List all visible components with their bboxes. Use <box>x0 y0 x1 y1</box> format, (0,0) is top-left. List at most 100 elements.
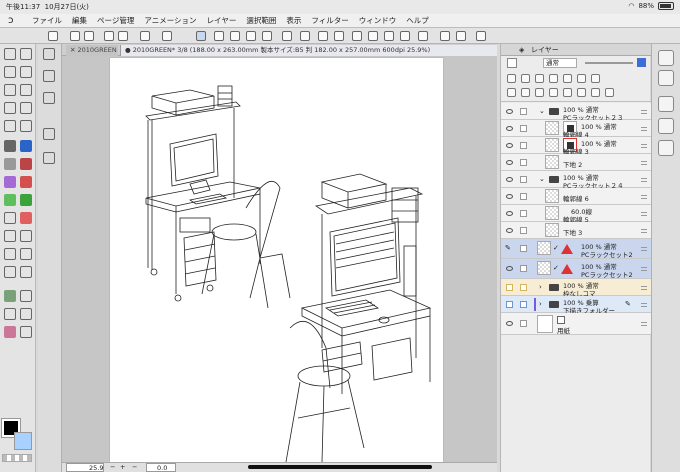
deselect-icon[interactable] <box>214 31 224 41</box>
decoration-tool-icon[interactable] <box>20 230 32 242</box>
layer-property-icon[interactable] <box>418 31 428 41</box>
tab-active[interactable]: ● 2010GREEN* 3/8 (188.00 x 263.00mm 製本サイ… <box>120 45 497 56</box>
snap-ruler-icon[interactable] <box>368 31 378 41</box>
select-all-icon[interactable] <box>196 31 206 41</box>
new-folder-icon[interactable] <box>535 88 544 97</box>
transfer-layer-icon[interactable] <box>549 88 558 97</box>
liquify-tool-icon[interactable] <box>4 248 16 260</box>
airbrush-tool-icon[interactable] <box>4 230 16 242</box>
transform-tool-icon[interactable] <box>4 290 16 302</box>
eye-icon[interactable] <box>506 160 513 165</box>
layer-lock-checkbox[interactable] <box>520 301 527 308</box>
apply-mask-icon[interactable] <box>591 88 600 97</box>
eye-icon[interactable] <box>506 321 513 326</box>
layer-lock-checkbox[interactable] <box>520 265 527 272</box>
layer-property-toggle-icon[interactable] <box>507 58 517 68</box>
expand-selection-icon[interactable] <box>246 31 256 41</box>
layer-lock-checkbox[interactable] <box>520 193 527 200</box>
drag-handle-icon[interactable] <box>641 127 647 131</box>
pencil-tool-icon[interactable] <box>4 102 16 114</box>
layer-visibility-box[interactable] <box>506 301 513 308</box>
grid-icon[interactable] <box>318 31 328 41</box>
blend-mode-select[interactable]: 通常 <box>543 58 577 68</box>
opacity-slider[interactable] <box>585 62 633 64</box>
snap-icon[interactable] <box>352 31 362 41</box>
menu-window[interactable]: ウィンドウ <box>359 15 397 26</box>
sub-tool-c-icon[interactable] <box>20 326 32 338</box>
frame-tool-icon[interactable] <box>20 158 32 170</box>
layer-row[interactable]: › 100 % 乗算 下描きフォルダー ✎ <box>501 296 651 315</box>
figure-tool-icon[interactable] <box>4 158 16 170</box>
shrink-selection-icon[interactable] <box>262 31 272 41</box>
rotate-left-icon[interactable] <box>440 31 450 41</box>
correction-tool-icon[interactable] <box>20 194 32 206</box>
layer-lock-checkbox[interactable] <box>520 176 527 183</box>
clip-layer-icon[interactable] <box>507 74 516 83</box>
layer-row[interactable]: ✓ 100 % 通常 PCラックセット2 <box>501 259 651 279</box>
layer-row[interactable]: 100 % 通常 輪郭線 4 <box>501 120 651 139</box>
flower-tool-icon[interactable] <box>4 326 16 338</box>
eye-icon[interactable] <box>506 126 513 131</box>
snap-special-icon[interactable] <box>400 31 410 41</box>
layer-visibility-box[interactable] <box>506 284 513 291</box>
drag-tool-icon[interactable] <box>20 290 32 302</box>
drag-handle-icon[interactable] <box>641 267 647 271</box>
clear-icon[interactable] <box>140 31 150 41</box>
drag-handle-icon[interactable] <box>641 195 647 199</box>
crop-icon[interactable] <box>300 31 310 41</box>
drag-handle-icon[interactable] <box>641 286 647 290</box>
eye-icon[interactable] <box>506 211 513 216</box>
layer-lock-checkbox[interactable] <box>520 108 527 115</box>
navigator-icon[interactable] <box>658 50 674 66</box>
drag-handle-icon[interactable] <box>641 303 647 307</box>
flip-icon[interactable] <box>476 31 486 41</box>
menu-help[interactable]: ヘルプ <box>406 15 429 26</box>
sub-tool-b-icon[interactable] <box>20 308 32 320</box>
eye-icon[interactable] <box>506 194 513 199</box>
zoom-out-button[interactable]: − <box>110 463 115 471</box>
delete-layer-icon[interactable] <box>605 88 614 97</box>
layer-row[interactable]: 100 % 通常 輪郭線 3 <box>501 137 651 156</box>
layer-color-icon[interactable] <box>637 58 646 67</box>
eye-icon[interactable] <box>506 177 513 182</box>
menu-filter[interactable]: フィルター <box>311 15 348 26</box>
expand-chevron-icon[interactable]: › <box>539 300 542 308</box>
collapse-chevron-icon[interactable]: ⌄ <box>539 175 545 183</box>
layer-row[interactable]: 下地 3 <box>501 222 651 239</box>
eye-icon[interactable] <box>506 143 513 148</box>
menu-layer[interactable]: レイヤー <box>207 15 237 26</box>
text-a-tool-icon[interactable] <box>20 248 32 260</box>
menu-selection[interactable]: 選択範囲 <box>246 15 276 26</box>
layer-lock-checkbox[interactable] <box>520 227 527 234</box>
sub-tool-icon-5[interactable] <box>43 152 55 164</box>
text-tool-icon[interactable] <box>20 176 32 188</box>
combine-layer-icon[interactable] <box>563 88 572 97</box>
menu-edit[interactable]: 編集 <box>72 15 87 26</box>
operation-tool-icon[interactable] <box>4 212 16 224</box>
drag-handle-icon[interactable] <box>641 229 647 233</box>
brush-tool-icon[interactable] <box>20 102 32 114</box>
balloon-tool-icon[interactable] <box>4 194 16 206</box>
sub-tool-icon-3[interactable] <box>43 92 55 104</box>
rotate-out-button[interactable]: − <box>132 463 137 471</box>
layer-lock-checkbox[interactable] <box>520 284 527 291</box>
new-raster-layer-icon[interactable] <box>507 88 516 97</box>
redo-icon[interactable] <box>118 31 128 41</box>
move-tool-icon[interactable] <box>20 48 32 60</box>
menu-page[interactable]: ページ管理 <box>97 15 134 26</box>
menu-view[interactable]: 表示 <box>286 15 301 26</box>
line-tool-icon[interactable] <box>20 266 32 278</box>
3d-material-icon[interactable] <box>658 118 674 134</box>
home-indicator[interactable] <box>248 465 432 469</box>
gradient-tool-icon[interactable] <box>20 140 32 152</box>
mask-enable-icon[interactable] <box>577 74 586 83</box>
ruler-show-icon[interactable] <box>591 74 600 83</box>
background-color-swatch[interactable] <box>14 432 32 450</box>
layer-row[interactable]: 下地 2 <box>501 154 651 171</box>
material-icon[interactable] <box>658 96 674 112</box>
layer-row[interactable]: ⌄ 100 % 通常 PCラックセット２３ <box>501 103 651 122</box>
new-vector-layer-icon[interactable] <box>521 88 530 97</box>
layer-row[interactable]: ⌄ 100 % 通常 PCラックセット２４ <box>501 171 651 190</box>
ruler-tool-icon[interactable] <box>4 176 16 188</box>
undo-icon[interactable] <box>104 31 114 41</box>
